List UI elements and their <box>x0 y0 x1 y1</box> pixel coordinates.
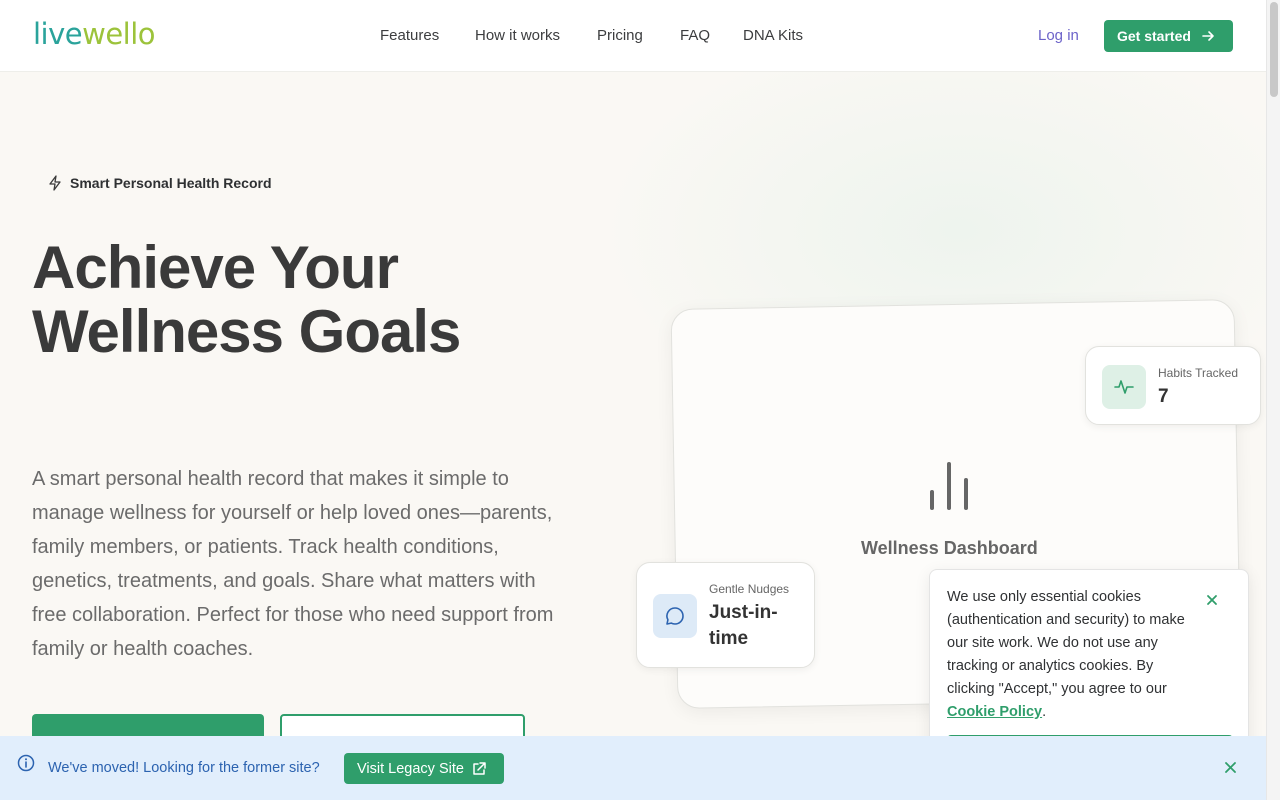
message-circle-icon <box>666 607 684 625</box>
hero-badge-label: Smart Personal Health Record <box>70 175 272 191</box>
nav-pricing[interactable]: Pricing <box>597 27 643 44</box>
nudges-value: Just-in-time <box>709 602 778 649</box>
bar-chart-icon <box>930 462 968 510</box>
nudges-label: Gentle Nudges <box>709 582 790 596</box>
scrollbar-thumb[interactable] <box>1270 2 1278 97</box>
close-icon[interactable] <box>1206 594 1218 606</box>
dashboard-label: Wellness Dashboard <box>861 538 1038 558</box>
logo[interactable]: livewello <box>33 17 156 51</box>
nudges-icon-box <box>653 594 697 638</box>
lightning-icon <box>49 175 61 191</box>
hero-title-line2: Wellness Goals <box>32 298 461 365</box>
cookie-text: We use only essential cookies (authentic… <box>947 586 1187 724</box>
logo-live: live <box>33 17 83 51</box>
get-started-label: Get started <box>1117 28 1191 44</box>
hero-title: Achieve Your Wellness Goals <box>32 236 632 364</box>
visit-legacy-button[interactable]: Visit Legacy Site <box>344 753 504 784</box>
cookie-policy-link[interactable]: Cookie Policy <box>947 704 1042 720</box>
moved-banner: We've moved! Looking for the former site… <box>0 736 1266 800</box>
hero-title-line1: Achieve Your <box>32 234 399 301</box>
nav-how-it-works[interactable]: How it works <box>475 27 560 44</box>
info-icon <box>17 754 35 772</box>
habits-label: Habits Tracked <box>1158 366 1239 380</box>
nav-features[interactable]: Features <box>380 27 439 44</box>
visit-legacy-label: Visit Legacy Site <box>357 760 464 777</box>
cookie-suffix: . <box>1042 704 1047 720</box>
page: livewello Features How it works Pricing … <box>0 0 1266 800</box>
logo-wello: wello <box>82 17 156 51</box>
cookie-message: We use only essential cookies (authentic… <box>947 589 1185 697</box>
nudges-card: Gentle Nudges Just-in-time <box>636 562 815 668</box>
arrow-right-icon <box>1202 31 1214 41</box>
activity-icon <box>1114 380 1134 394</box>
habits-value: 7 <box>1158 386 1169 407</box>
get-started-button[interactable]: Get started <box>1104 20 1233 52</box>
login-link[interactable]: Log in <box>1038 27 1079 44</box>
scrollbar[interactable] <box>1266 0 1280 800</box>
hero-description: A smart personal health record that make… <box>32 468 554 660</box>
site-header: livewello Features How it works Pricing … <box>0 0 1266 72</box>
hero-badge: Smart Personal Health Record <box>48 175 272 191</box>
banner-close-icon[interactable] <box>1224 761 1237 774</box>
habits-icon-box <box>1102 365 1146 409</box>
habits-card: Habits Tracked 7 <box>1085 346 1261 425</box>
external-link-icon <box>473 761 486 775</box>
banner-message: We've moved! Looking for the former site… <box>48 760 320 776</box>
nav-faq[interactable]: FAQ <box>680 27 710 44</box>
nav-dna-kits[interactable]: DNA Kits <box>743 27 803 44</box>
